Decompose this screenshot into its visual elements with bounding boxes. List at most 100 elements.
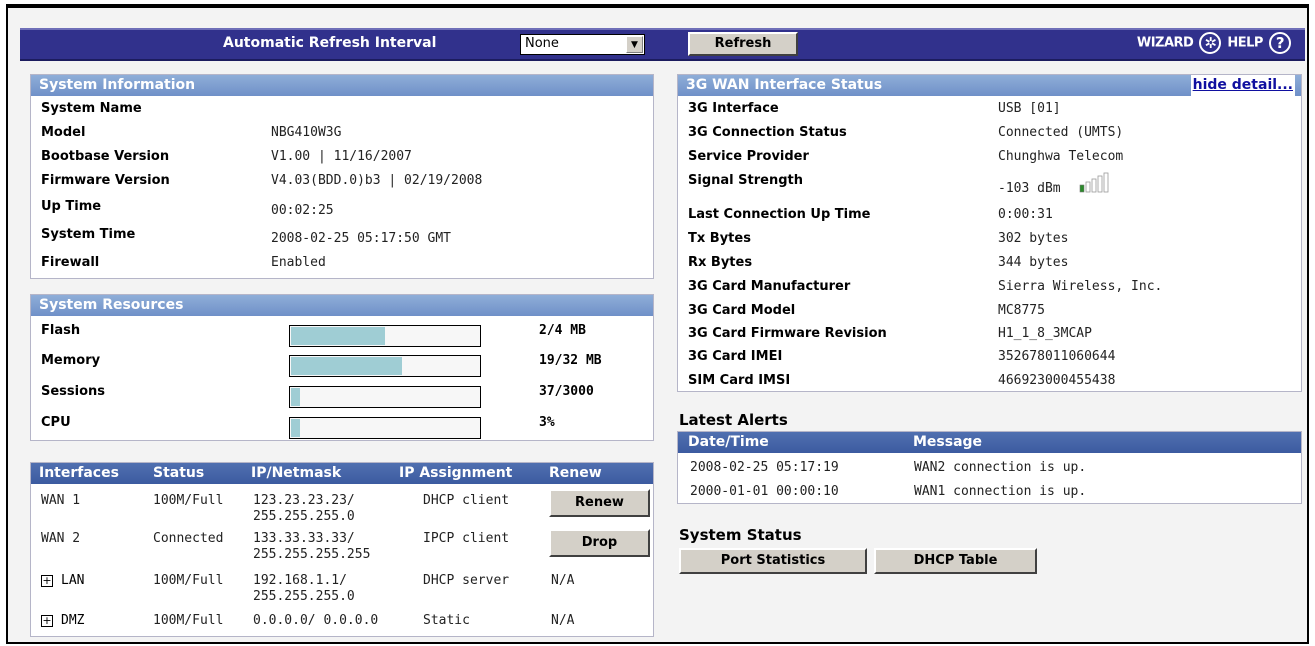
refresh-interval-label: Automatic Refresh Interval: [223, 35, 437, 51]
wan3g-value: Connected (UMTS): [998, 125, 1124, 140]
hide-detail-link[interactable]: hide detail...: [1190, 75, 1295, 96]
refresh-interval-value: None: [525, 36, 559, 51]
port-statistics-button[interactable]: Port Statistics: [679, 548, 867, 574]
resource-value: 37/3000: [539, 384, 594, 399]
wan3g-value: Sierra Wireless, Inc.: [998, 279, 1163, 294]
resource-usage-bar: [289, 417, 481, 439]
iface-mask: 255.255.255.0: [253, 589, 355, 604]
iface-status: 100M/Full: [153, 493, 224, 508]
alert-time: 2008-02-25 05:17:19: [690, 460, 839, 475]
wan3g-value: 0:00:31: [998, 207, 1053, 222]
resource-label: Flash: [41, 323, 81, 338]
col-interfaces: Interfaces: [39, 465, 119, 481]
refresh-interval-select[interactable]: None ▼: [520, 34, 645, 55]
iface-assignment: Static: [423, 613, 470, 628]
dhcp-table-button[interactable]: DHCP Table: [874, 548, 1037, 574]
dmz-name-cell: + DMZ: [41, 613, 84, 628]
resource-usage-fill: [291, 419, 300, 437]
wan3g-title-text: 3G WAN Interface Status: [686, 77, 883, 93]
iface-name: DMZ: [61, 613, 85, 628]
wan3g-panel: 3G WAN Interface Status hide detail... 3…: [677, 74, 1302, 392]
resource-usage-fill: [291, 388, 300, 406]
renew-button[interactable]: Renew: [549, 489, 650, 517]
iface-status: Connected: [153, 531, 224, 546]
wan3g-value: H1_1_8_3MCAP: [998, 326, 1092, 341]
wizard-link[interactable]: WIZARD: [1137, 36, 1194, 51]
expand-icon[interactable]: +: [41, 574, 53, 587]
resource-usage-bar: [289, 325, 481, 347]
sysinfo-value: V4.03(BDD.0)b3 | 02/19/2008: [271, 173, 483, 188]
iface-assignment: DHCP server: [423, 573, 510, 588]
sysinfo-key: System Time: [41, 227, 136, 242]
latest-alerts-title: Latest Alerts: [679, 411, 788, 429]
wan3g-value: -103 dBm: [998, 181, 1061, 196]
wizard-icon[interactable]: ✲: [1199, 32, 1222, 54]
refresh-button[interactable]: Refresh: [688, 32, 798, 56]
iface-mask: 255.255.255.0: [253, 509, 355, 524]
sysinfo-value: V1.00 | 11/16/2007: [271, 149, 412, 164]
iface-renew: N/A: [551, 573, 575, 588]
wan3g-value: USB [01]: [998, 101, 1061, 116]
iface-ip: 192.168.1.1/: [253, 573, 347, 588]
drop-button[interactable]: Drop: [549, 529, 650, 557]
wan3g-key: SIM Card IMSI: [688, 373, 791, 388]
system-status-title: System Status: [679, 526, 802, 544]
wan3g-value: Chunghwa Telecom: [998, 149, 1124, 164]
wan3g-key: Tx Bytes: [688, 231, 751, 246]
iface-name: WAN 1: [41, 493, 81, 508]
alert-message: WAN1 connection is up.: [914, 484, 1087, 499]
sysinfo-key: Firewall: [41, 255, 100, 270]
wan3g-value: 302 bytes: [998, 231, 1069, 246]
wan3g-key: Service Provider: [688, 149, 809, 164]
iface-ip: 133.33.33.33/: [253, 531, 355, 546]
wan3g-title: 3G WAN Interface Status hide detail...: [678, 75, 1301, 96]
help-icon[interactable]: ?: [1269, 32, 1291, 54]
iface-status: 100M/Full: [153, 613, 224, 628]
iface-assignment: DHCP client: [423, 493, 510, 508]
lan-name-cell: + LAN: [41, 573, 84, 588]
sysinfo-value: Enabled: [271, 255, 326, 270]
system-resources-title: System Resources: [31, 295, 653, 316]
col-renew: Renew: [549, 465, 602, 481]
top-toolbar: Automatic Refresh Interval None ▼ Refres…: [20, 28, 1305, 61]
iface-assignment: IPCP client: [423, 531, 510, 546]
alert-message: WAN2 connection is up.: [914, 460, 1087, 475]
wizard-help-group: WIZARD ✲ HELP ?: [1137, 32, 1293, 54]
sysinfo-value: NBG410W3G: [271, 125, 342, 140]
system-information-title: System Information: [31, 75, 653, 96]
iface-renew: N/A: [551, 613, 575, 628]
wan3g-key: 3G Interface: [688, 101, 779, 116]
system-resources-panel: System Resources Flash 2/4 MB Memory 19/32 …: [30, 294, 654, 441]
wan3g-key: 3G Card IMEI: [688, 349, 783, 364]
sysinfo-value: 2008-02-25 05:17:50 GMT: [271, 231, 452, 246]
wan3g-key: 3G Card Manufacturer: [688, 279, 851, 294]
sysinfo-key: Firmware Version: [41, 173, 170, 188]
chevron-down-icon[interactable]: ▼: [626, 36, 643, 53]
resource-value: 19/32 MB: [539, 353, 602, 368]
wan3g-value: MC8775: [998, 303, 1045, 318]
interfaces-panel: Interfaces Status IP/Netmask IP Assignme…: [30, 462, 654, 637]
resource-value: 3%: [539, 415, 555, 430]
iface-name: WAN 2: [41, 531, 81, 546]
help-link[interactable]: HELP: [1227, 36, 1263, 51]
col-ip-netmask: IP/Netmask: [251, 465, 342, 481]
resource-usage-fill: [291, 357, 402, 375]
wan3g-key: 3G Card Firmware Revision: [688, 326, 887, 341]
wan3g-value: 466923000455438: [998, 373, 1116, 388]
expand-icon[interactable]: +: [41, 614, 53, 627]
sysinfo-value: 00:02:25: [271, 203, 334, 218]
wan3g-value: 352678011060644: [998, 349, 1116, 364]
wan3g-key: 3G Card Model: [688, 303, 796, 318]
wan3g-key: Signal Strength: [688, 173, 803, 188]
signal-strength-icon: [1079, 171, 1113, 197]
resource-label: Sessions: [41, 384, 106, 399]
latest-alerts-panel: Date/Time Message 2008-02-25 05:17:19 WA…: [677, 431, 1302, 504]
sysinfo-key: System Name: [41, 101, 142, 116]
col-ip-assignment: IP Assignment: [399, 465, 513, 481]
wan3g-key: Rx Bytes: [688, 255, 753, 270]
resource-value: 2/4 MB: [539, 323, 586, 338]
sysinfo-key: Bootbase Version: [41, 149, 170, 164]
alerts-header: Date/Time Message: [678, 432, 1301, 453]
iface-ip: 123.23.23.23/: [253, 493, 355, 508]
resource-label: Memory: [41, 353, 101, 368]
